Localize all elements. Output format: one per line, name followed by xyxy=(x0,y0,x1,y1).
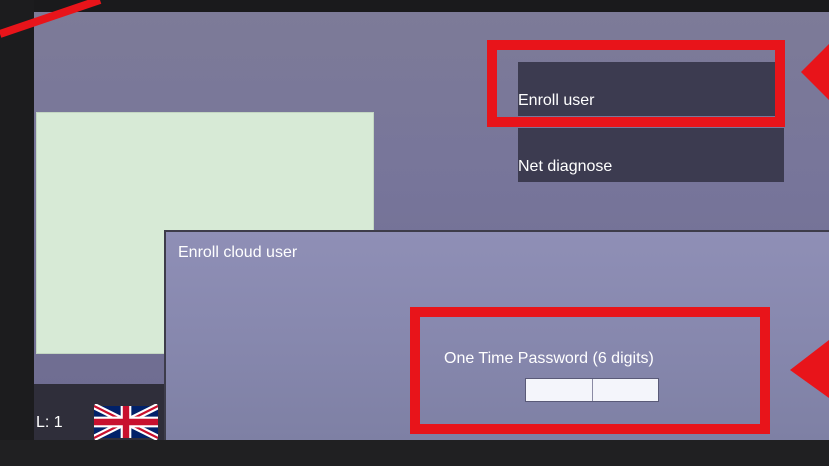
uk-flag-icon[interactable] xyxy=(94,404,158,440)
highlight-box-enroll-user xyxy=(487,40,785,127)
level-indicator: L: 1 xyxy=(36,414,63,431)
device-bezel-left xyxy=(0,0,34,466)
device-bezel-bottom xyxy=(0,440,829,466)
device-photo: Enroll user Net diagnose L: 1 Enroll clo… xyxy=(0,0,829,466)
device-bezel-top xyxy=(0,0,829,12)
net-diagnose-button[interactable]: Net diagnose xyxy=(518,128,784,182)
dialog-title: Enroll cloud user xyxy=(178,244,298,261)
highlight-box-otp xyxy=(410,307,770,434)
status-bar: L: 1 xyxy=(34,384,184,440)
net-diagnose-label: Net diagnose xyxy=(518,158,613,175)
